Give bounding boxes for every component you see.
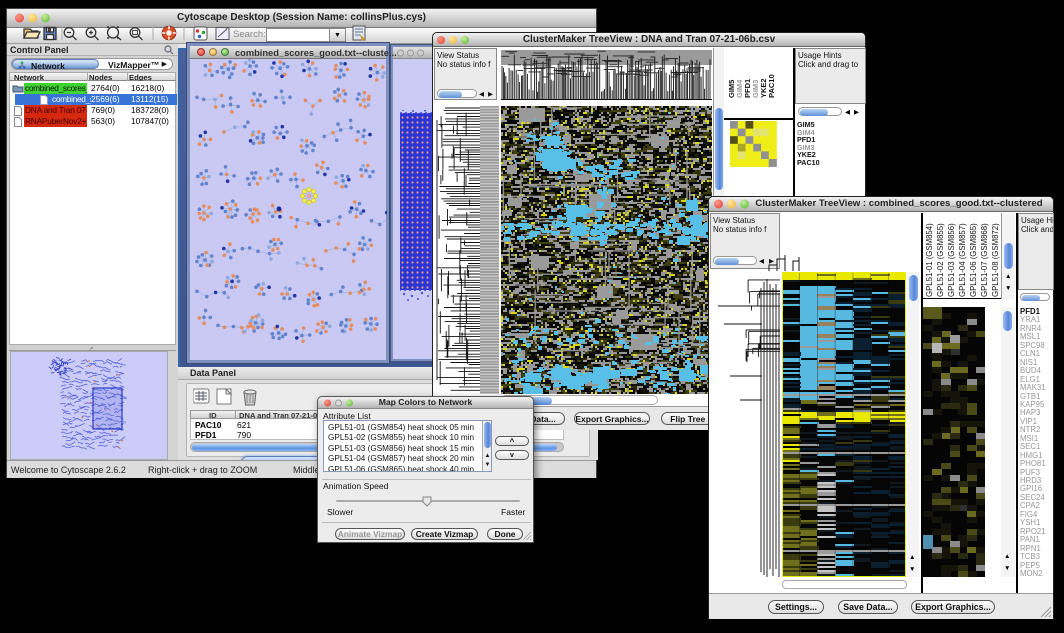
svg-text:PAC10: PAC10 — [767, 74, 776, 98]
svg-text:GPL51-03 (GSM856): GPL51-03 (GSM856) — [947, 223, 956, 297]
svg-text:GPL51-04 (GSM857): GPL51-04 (GSM857) — [958, 223, 967, 297]
svg-text:GPL51-06 (GSM865): GPL51-06 (GSM865) — [969, 223, 978, 297]
svg-text:GPL51-07 (GSM868): GPL51-07 (GSM868) — [980, 223, 989, 297]
svg-text:GPL51-01 (GSM854): GPL51-01 (GSM854) — [925, 223, 934, 297]
svg-text:GPL51-02 (GSM855): GPL51-02 (GSM855) — [936, 223, 945, 297]
svg-text:GPL51-08 (GSM872): GPL51-08 (GSM872) — [991, 223, 1000, 297]
